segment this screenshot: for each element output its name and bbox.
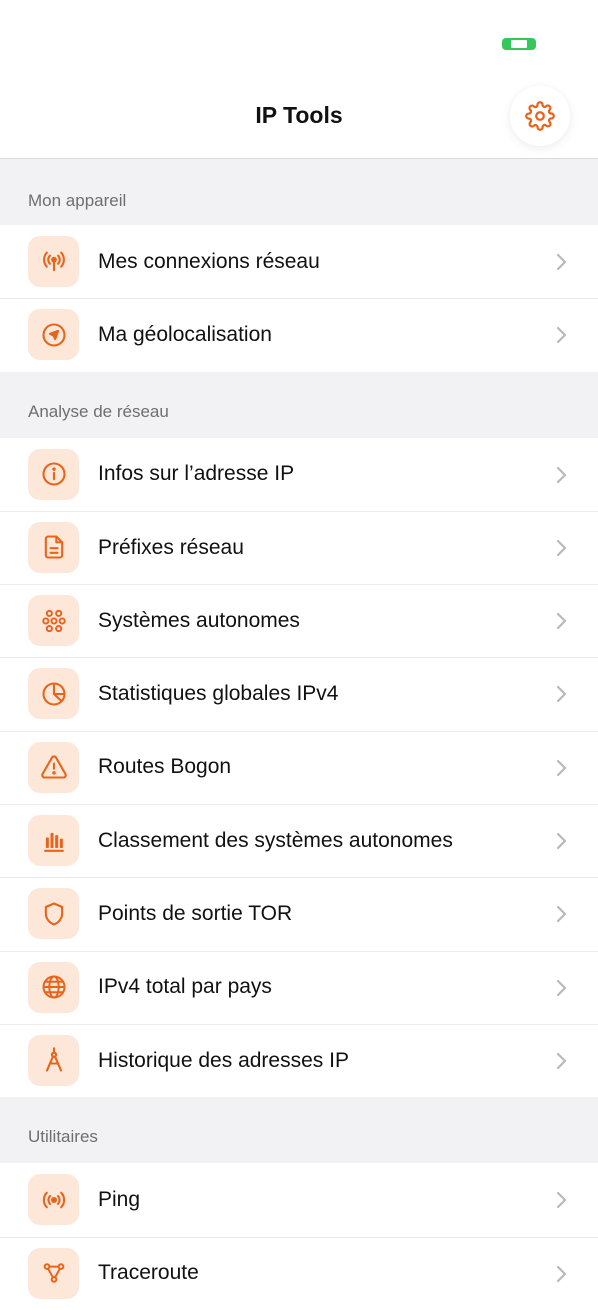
battery-icon [502,38,536,50]
navigation-bar: IP Tools [0,80,598,159]
compass-icon [45,1047,62,1073]
chevron-right-icon [556,686,567,703]
list-item-traceroute[interactable]: Traceroute [0,1236,598,1310]
document-icon [44,535,63,559]
list-item-label: Points de sortie TOR [98,902,293,926]
warning-icon [40,755,67,779]
list-item-label: Historique des adresses IP [98,1048,349,1072]
chevron-right-icon [556,759,567,776]
list-item-geolocation[interactable]: Ma géolocalisation [0,298,598,371]
list-item-ping[interactable]: Ping [0,1163,598,1236]
shield-icon [44,902,63,926]
chevron-right-icon [556,539,567,556]
list-item-tor-exit-nodes[interactable]: Points de sortie TOR [0,877,598,950]
section-header: Utilitaires [28,1127,98,1147]
section-header: Analyse de réseau [28,401,169,421]
antenna-icon [42,251,65,271]
list-item-label: Classement des systèmes autonomes [98,828,453,852]
section-list: Ping Traceroute [0,1163,598,1310]
list-item-label: Préfixes réseau [98,535,244,559]
chevron-right-icon [556,466,567,483]
route-nodes-icon [43,1263,64,1283]
broadcast-icon [42,1191,65,1209]
page-title: IP Tools [255,102,343,128]
list-item-bogon-routes[interactable]: Routes Bogon [0,730,598,804]
list-item-label: Statistiques globales IPv4 [98,682,339,706]
list-item-as-ranking[interactable]: Classement des systèmes autonomes [0,804,598,877]
list-item-ipv4-by-country[interactable]: IPv4 total par pays [0,950,598,1024]
section-list: Mes connexions réseau Ma géolocalisation [0,225,598,372]
list-item-autonomous-systems[interactable]: Systèmes autonomes [0,584,598,657]
section-header: Mon appareil [28,191,127,210]
chevron-right-icon [556,979,567,996]
pie-chart-icon [41,682,66,706]
status-bar [0,0,598,80]
chevron-right-icon [556,832,567,850]
chevron-right-icon [556,253,567,271]
list-item-ip-info[interactable]: Infos sur l’adresse IP [0,438,598,511]
cluster-icon [41,609,66,632]
chevron-right-icon [556,1192,567,1209]
settings-button[interactable] [510,86,570,146]
chevron-right-icon [556,1052,567,1070]
bar-chart-icon [43,832,64,852]
info-icon [41,462,66,486]
list-item-label: Systèmes autonomes [98,608,300,632]
location-arrow-icon [41,323,66,347]
chevron-right-icon [556,906,567,923]
chevron-right-icon [556,613,567,630]
list-item-label: Routes Bogon [98,755,232,779]
section-list: Infos sur l’adresse IP Préfixes réseau S… [0,437,598,1098]
list-item-ipv4-global-stats[interactable]: Statistiques globales IPv4 [0,657,598,730]
list-item-label: Ma géolocalisation [98,322,272,346]
list-item-ip-history[interactable]: Historique des adresses IP [0,1023,598,1097]
settings-list: Mon appareil Mes connexions réseau Ma gé… [0,159,598,1310]
globe-icon [42,975,65,999]
list-item-network-prefixes[interactable]: Préfixes réseau [0,510,598,584]
list-item-label: IPv4 total par pays [98,975,272,999]
chevron-right-icon [556,1265,567,1282]
list-item-label: Traceroute [98,1261,199,1285]
list-item-label: Mes connexions réseau [98,249,320,273]
list-item-label: Ping [98,1187,141,1211]
list-item-network-connections[interactable]: Mes connexions réseau [0,225,598,298]
list-item-label: Infos sur l’adresse IP [98,462,295,486]
chevron-right-icon [556,327,567,344]
gear-icon [525,101,555,131]
